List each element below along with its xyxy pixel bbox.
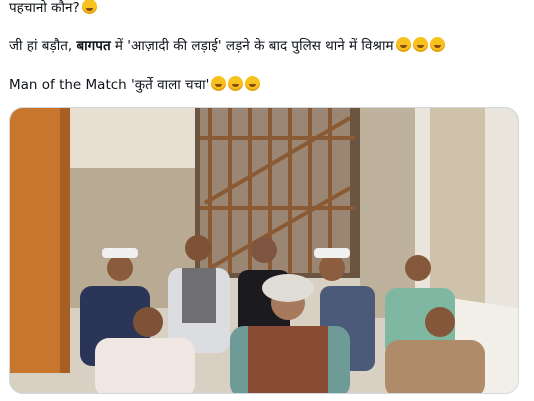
rolling-laughing-icon [228,76,244,91]
tweet-line-3-text: Man of the Match 'कुर्ते वाला चचा' [9,77,210,93]
rolling-laughing-icon [245,76,261,91]
rolling-laughing-icon [429,37,445,52]
tweet-line-2: जी हां बड़ौत, बागपत में 'आज़ादी की लड़ाई… [9,36,445,56]
tweet-line-2-prefix: जी हां बड़ौत, [9,38,77,54]
police-station-photo [10,108,518,393]
tweet-line-3: Man of the Match 'कुर्ते वाला चचा' [9,75,261,95]
tweet-line-2-suffix: में 'आज़ादी की लड़ाई' लड़ने के बाद पुलिस… [110,38,394,54]
rolling-laughing-icon [211,76,227,91]
rolling-laughing-icon [395,37,411,52]
tweet-line-2-bold: बागपत [76,38,111,54]
smiling-face-icon [81,0,97,14]
tweet-line-1: पहचानो कौन? [9,0,97,18]
tweet-photo[interactable] [9,107,519,394]
rolling-laughing-icon [412,37,428,52]
tweet-line-1-text: पहचानो कौन? [9,0,80,16]
